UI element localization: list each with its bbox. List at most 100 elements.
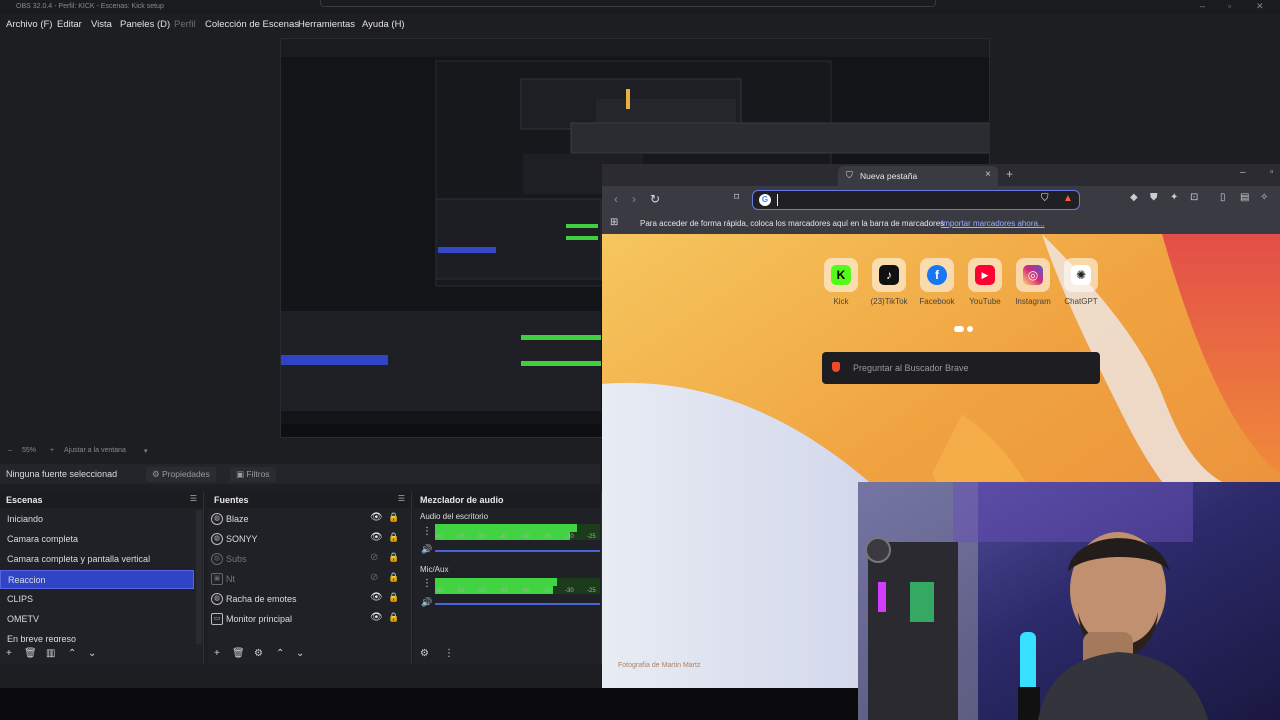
top-site-youtube[interactable]: ▶ YouTube	[965, 258, 1005, 306]
globe-icon: ◍	[211, 553, 223, 565]
volume-icon[interactable]: 🔊	[421, 597, 432, 608]
top-site-instagram[interactable]: ◎ Instagram	[1013, 258, 1053, 306]
tile-label: (23)TikTok	[870, 297, 908, 306]
close-tab-icon[interactable]: ×	[985, 169, 991, 180]
pager-dot-active[interactable]	[954, 326, 964, 332]
brave-shields-icon[interactable]: ⛉	[1041, 193, 1049, 204]
reload-icon[interactable]: ↻	[650, 192, 660, 206]
lock-icon[interactable]: 🔒	[388, 572, 399, 583]
trash-icon[interactable]: 🗑	[232, 648, 245, 659]
lock-icon[interactable]: 🔒	[388, 512, 399, 523]
top-site-facebook[interactable]: f Facebook	[917, 258, 957, 306]
dock-menu-icon[interactable]: ☰	[398, 494, 405, 503]
top-sites-pager[interactable]	[954, 326, 974, 332]
scene-item[interactable]: OMETV	[0, 610, 194, 629]
sidebar-icon[interactable]: ▯	[1220, 192, 1226, 203]
add-icon[interactable]: +	[214, 648, 220, 659]
eye-icon[interactable]: 👁	[370, 592, 383, 603]
vpn-icon[interactable]: ⛊	[1150, 192, 1158, 203]
tab-new-tab[interactable]: ⛉ Nueva pestaña ×	[838, 166, 998, 186]
lock-icon[interactable]: 🔒	[388, 532, 399, 543]
top-site-kick[interactable]: K Kick	[821, 258, 861, 306]
back-icon[interactable]: ‹	[614, 192, 618, 206]
trash-icon[interactable]: 🗑	[24, 648, 37, 659]
source-item[interactable]: ◍ Racha de emotes 👁 🔒	[208, 590, 408, 609]
lock-icon[interactable]: 🔒	[388, 612, 399, 623]
import-bookmarks-link[interactable]: Importar marcadores ahora...	[941, 219, 1045, 228]
fit-window-button[interactable]: Ajustar a la ventana	[64, 447, 126, 454]
menu-help[interactable]: Ayuda (H)	[362, 19, 405, 30]
wallet-icon[interactable]: ▤	[1240, 192, 1249, 203]
scene-item[interactable]: CLIPS	[0, 590, 194, 609]
chevron-down-icon[interactable]: ▾	[144, 447, 148, 455]
minimize-icon[interactable]: –	[1240, 167, 1246, 178]
menu-tools[interactable]: Herramientas	[298, 19, 355, 30]
top-site-chatgpt[interactable]: ✺ ChatGPT	[1061, 258, 1101, 306]
menu-file[interactable]: Archivo (F)	[6, 19, 52, 30]
more-options-icon[interactable]: ⋮	[444, 648, 454, 659]
bookmark-icon[interactable]: ⌑	[734, 192, 739, 203]
move-down-icon[interactable]: ⌄	[88, 648, 96, 659]
eye-icon[interactable]: 👁	[370, 532, 383, 543]
filter-icon[interactable]: ▥	[46, 648, 55, 659]
scene-item[interactable]: En breve regreso	[0, 630, 194, 642]
close-icon[interactable]: ✕	[1256, 1, 1264, 12]
minimize-icon[interactable]: –	[1200, 1, 1205, 11]
top-site-tiktok[interactable]: ♪ (23)TikTok	[869, 258, 909, 306]
address-input[interactable]	[781, 193, 1021, 207]
volume-slider[interactable]	[435, 603, 600, 605]
zoom-in-icon[interactable]: +	[50, 447, 54, 454]
source-item[interactable]: ◍ Subs ⊘ 🔒	[208, 550, 408, 569]
source-item[interactable]: ◍ Blaze 👁 🔒	[208, 510, 408, 529]
zoom-out-icon[interactable]: –	[8, 447, 12, 454]
brave-search-box[interactable]: Preguntar al Buscador Brave	[822, 352, 1100, 384]
scenes-dock: Escenas ☰ Iniciando Camara completa Cama…	[0, 492, 204, 664]
scene-item[interactable]: Camara completa	[0, 530, 194, 549]
eye-hidden-icon[interactable]: ⊘	[370, 552, 378, 563]
apps-grid-icon[interactable]: ⊞	[610, 217, 618, 228]
volume-slider[interactable]	[435, 550, 600, 552]
source-item[interactable]: ◍ SONYY 👁 🔒	[208, 530, 408, 549]
scene-item[interactable]: Iniciando	[0, 510, 194, 529]
command-search-bar[interactable]	[320, 0, 936, 7]
channel-menu-icon[interactable]: ⋮	[422, 578, 432, 589]
eye-icon[interactable]: 👁	[370, 512, 383, 523]
maximize-icon[interactable]: ▫	[1228, 1, 1231, 11]
brave-rewards-icon[interactable]: ▲	[1063, 193, 1073, 204]
ai-chat-icon[interactable]: ✧	[1260, 192, 1268, 203]
menu-edit[interactable]: Editar	[57, 19, 82, 30]
lock-icon[interactable]: 🔒	[388, 552, 399, 563]
channel-menu-icon[interactable]: ⋮	[422, 526, 432, 537]
address-bar[interactable]: G ⛉ ▲	[752, 190, 1080, 210]
volume-icon[interactable]: 🔊	[421, 544, 432, 555]
menu-docks[interactable]: Paneles (D)	[120, 19, 170, 30]
gear-icon[interactable]: ⚙	[254, 648, 263, 659]
forward-icon[interactable]: ›	[632, 192, 636, 206]
downloads-icon[interactable]: ⊡	[1190, 192, 1198, 203]
filters-button[interactable]: ▣ Filtros	[230, 467, 276, 482]
scene-item-selected[interactable]: Reaccion	[0, 570, 194, 589]
pager-dot[interactable]	[967, 326, 973, 332]
move-up-icon[interactable]: ⌃	[276, 648, 284, 659]
scene-item[interactable]: Camara completa y pantalla vertical	[0, 550, 194, 569]
menu-view[interactable]: Vista	[91, 19, 112, 30]
mixer-settings-icon[interactable]: ⚙	[420, 648, 429, 659]
source-item[interactable]: ▣ Nt ⊘ 🔒	[208, 570, 408, 589]
lock-icon[interactable]: 🔒	[388, 592, 399, 603]
dock-menu-icon[interactable]: ☰	[190, 494, 197, 503]
extensions-icon[interactable]: ✦	[1170, 192, 1178, 203]
properties-button[interactable]: ⚙ Propiedades	[146, 467, 216, 482]
leo-icon[interactable]: ◆	[1130, 192, 1138, 203]
add-icon[interactable]: +	[6, 648, 12, 659]
source-item[interactable]: ▭ Monitor principal 👁 🔒	[208, 610, 408, 629]
eye-icon[interactable]: 👁	[370, 612, 383, 623]
new-tab-icon[interactable]: +	[1006, 167, 1013, 181]
eye-hidden-icon[interactable]: ⊘	[370, 572, 378, 583]
move-up-icon[interactable]: ⌃	[68, 648, 76, 659]
photo-credit[interactable]: Fotografía de Martin Martz	[618, 662, 700, 669]
maximize-icon[interactable]: ▫	[1270, 167, 1274, 178]
menu-scene-collection[interactable]: Colección de Escenas	[205, 19, 299, 30]
scenes-scrollbar[interactable]	[196, 510, 202, 644]
move-down-icon[interactable]: ⌄	[296, 648, 304, 659]
menu-profile[interactable]: Perfil	[174, 19, 196, 30]
